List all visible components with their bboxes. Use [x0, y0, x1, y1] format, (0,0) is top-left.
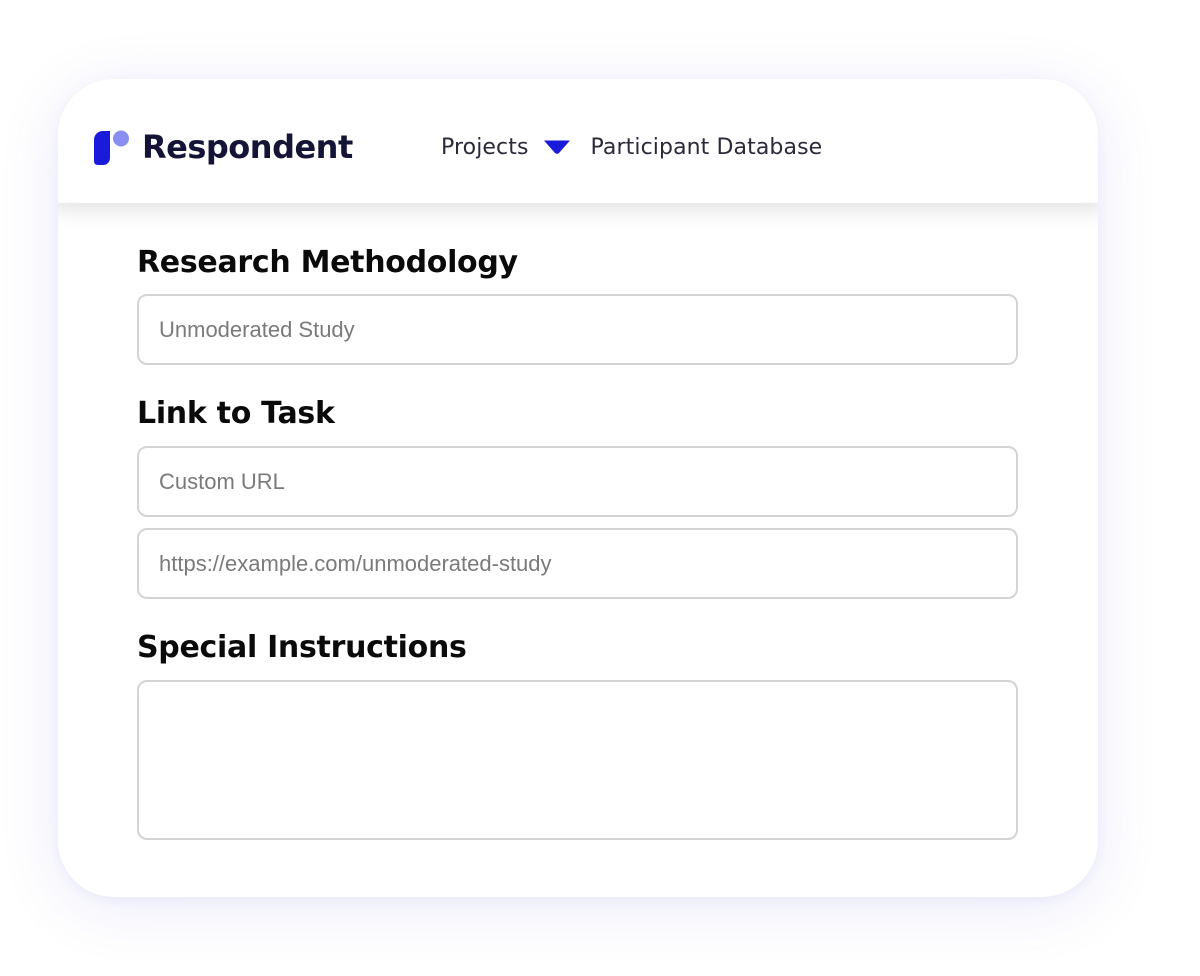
link-to-task-label: Link to Task: [137, 396, 335, 431]
header-shadow: [58, 203, 1098, 229]
form-card: Respondent Projects Participant Database…: [58, 79, 1098, 897]
task-url-input[interactable]: [137, 528, 1018, 599]
link-type-input[interactable]: [137, 446, 1018, 517]
research-methodology-label: Research Methodology: [137, 245, 518, 280]
nav-item-projects[interactable]: Projects: [441, 135, 529, 160]
research-methodology-input[interactable]: [137, 294, 1018, 365]
top-nav-bar: Respondent Projects Participant Database: [58, 79, 1098, 203]
special-instructions-label: Special Instructions: [137, 630, 467, 665]
main-nav: Projects Participant Database: [441, 129, 822, 165]
respondent-logo-icon: [94, 130, 129, 165]
brand-logo[interactable]: Respondent: [94, 127, 353, 167]
chevron-down-icon[interactable]: [543, 139, 571, 155]
brand-name: Respondent: [142, 128, 353, 166]
nav-item-participant-database[interactable]: Participant Database: [591, 135, 823, 160]
special-instructions-textarea[interactable]: [137, 680, 1018, 840]
